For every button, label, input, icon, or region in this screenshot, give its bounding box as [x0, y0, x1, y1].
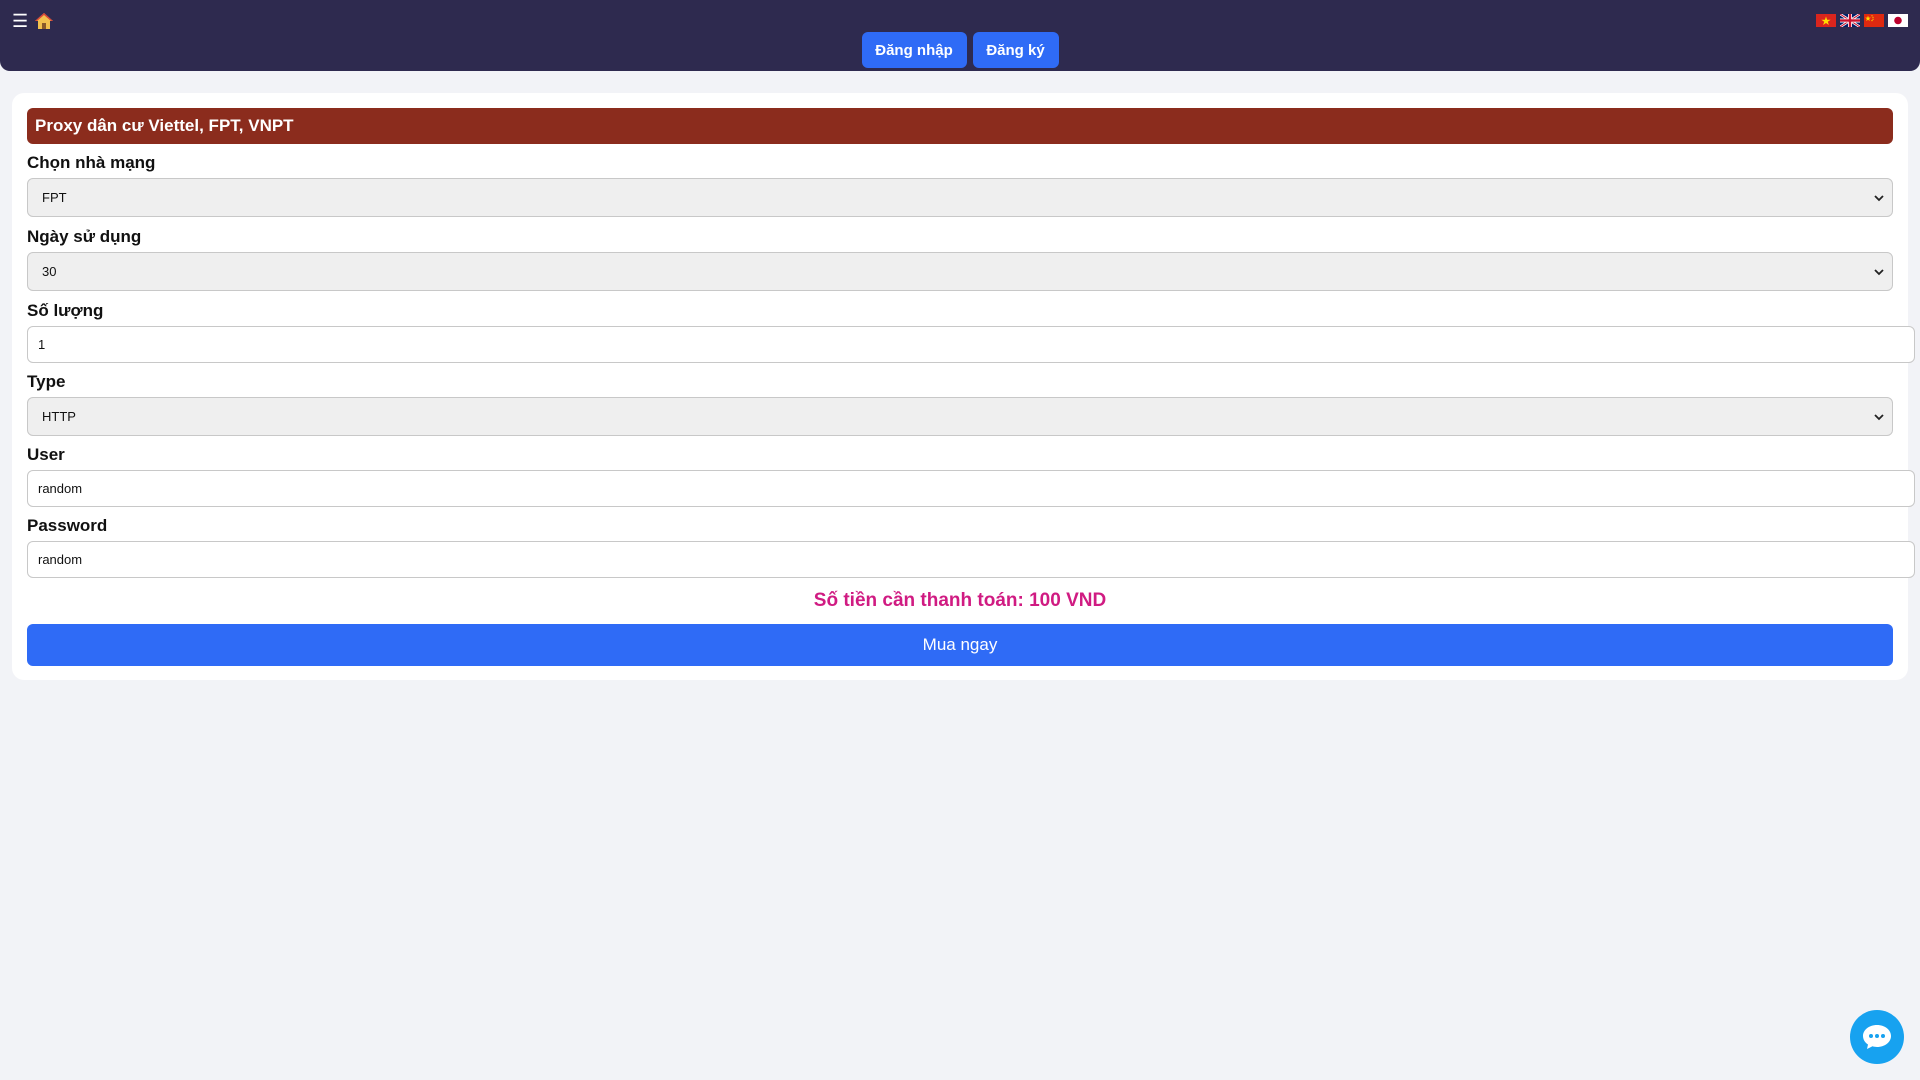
- total-amount: Số tiền cần thanh toán: 100 VND: [813, 590, 1107, 611]
- proxy-order-card: Proxy dân cư Viettel, FPT, VNPT Chọn nhà…: [12, 93, 1915, 680]
- network-select-value: FPT: [42, 190, 67, 205]
- china-flag-icon[interactable]: [1864, 14, 1884, 27]
- chevron-down-icon: [1874, 195, 1884, 202]
- user-input[interactable]: [27, 470, 1915, 507]
- type-select-value: HTTP: [42, 409, 76, 424]
- password-input[interactable]: [27, 541, 1915, 578]
- chevron-down-icon: [1874, 414, 1884, 421]
- network-label: Chọn nhà mạng: [27, 153, 156, 172]
- top-navbar: ☰ Đăng nhập Đăng ký: [0, 0, 1920, 71]
- japan-flag-icon[interactable]: [1888, 14, 1908, 27]
- login-button[interactable]: Đăng nhập: [861, 32, 967, 68]
- chat-button[interactable]: [1850, 1010, 1904, 1064]
- user-label: User: [27, 445, 65, 464]
- quantity-label: Số lượng: [27, 301, 104, 320]
- language-flags: [1816, 14, 1908, 27]
- days-label: Ngày sử dụng: [27, 227, 142, 246]
- vietnam-flag-icon[interactable]: [1816, 14, 1836, 27]
- card-title: Proxy dân cư Viettel, FPT, VNPT: [27, 108, 1893, 144]
- buy-now-button[interactable]: Mua ngay: [27, 624, 1893, 666]
- top-left-controls: ☰: [12, 11, 54, 31]
- type-select[interactable]: HTTP: [27, 397, 1893, 436]
- home-icon[interactable]: [34, 11, 54, 31]
- password-label: Password: [27, 516, 108, 535]
- auth-buttons: Đăng nhập Đăng ký: [0, 32, 1920, 68]
- days-select[interactable]: 30: [27, 252, 1893, 291]
- network-select[interactable]: FPT: [27, 178, 1893, 217]
- chat-bubble-icon: [1863, 1025, 1891, 1049]
- type-label: Type: [27, 372, 66, 391]
- chevron-down-icon: [1874, 269, 1884, 276]
- menu-icon[interactable]: ☰: [12, 11, 28, 31]
- register-button[interactable]: Đăng ký: [972, 32, 1059, 68]
- quantity-input[interactable]: [27, 326, 1915, 363]
- uk-flag-icon[interactable]: [1840, 14, 1860, 27]
- days-select-value: 30: [42, 264, 57, 279]
